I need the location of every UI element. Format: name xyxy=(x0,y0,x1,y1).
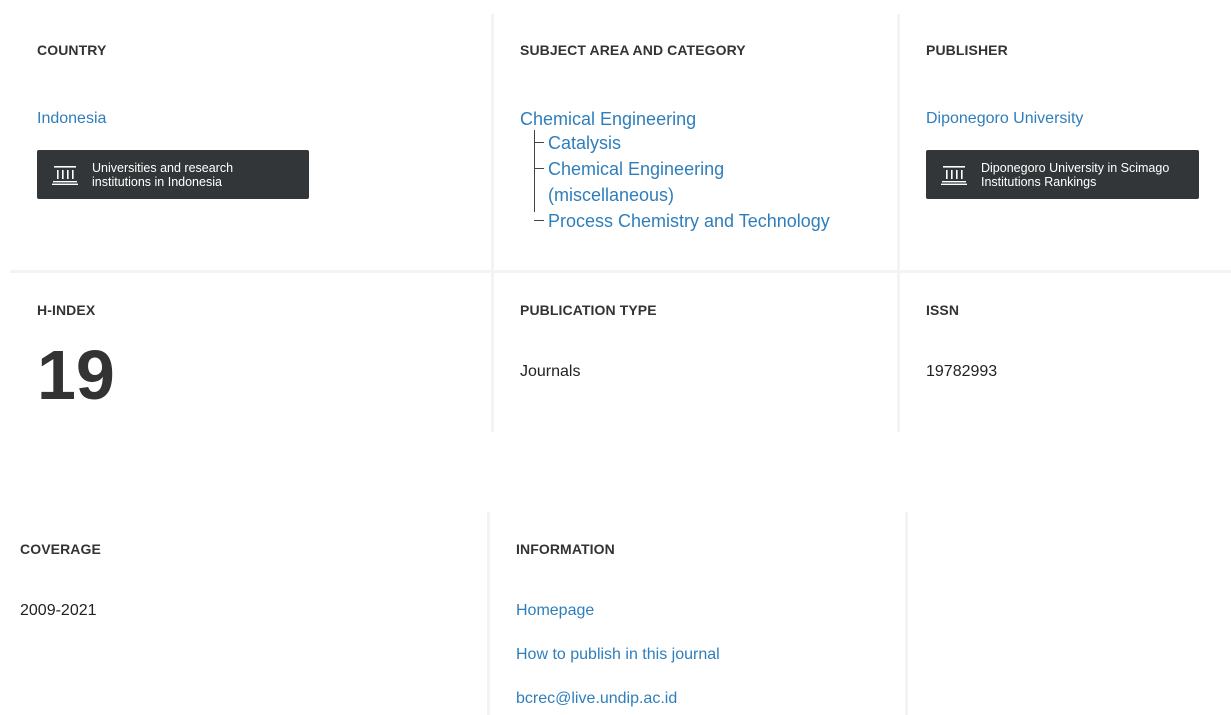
information-section: INFORMATION Homepage How to publish in t… xyxy=(516,541,896,708)
category-list: Catalysis Chemical Engineering (miscella… xyxy=(534,130,830,234)
country-link[interactable]: Indonesia xyxy=(37,110,477,128)
column-separator xyxy=(491,14,494,432)
button-label-line: Diponegoro University in Scimago xyxy=(981,160,1170,175)
country-institutions-label: Universities and research institutions i… xyxy=(92,161,233,189)
email-link[interactable]: bcrec@live.undip.ac.id xyxy=(516,690,896,708)
pubtype-value: Journals xyxy=(520,363,581,380)
hindex-value: 19 xyxy=(37,336,115,414)
homepage-link[interactable]: Homepage xyxy=(516,602,896,620)
subject-area-link[interactable]: Chemical Engineering xyxy=(520,108,890,130)
category-item: Chemical Engineering (miscellaneous) xyxy=(534,156,830,208)
country-heading: COUNTRY xyxy=(37,42,107,58)
tree-branch xyxy=(534,142,544,143)
tree-branch xyxy=(534,168,544,169)
category-link-chemical-engineering-cont[interactable]: (miscellaneous) xyxy=(548,182,830,208)
tree-branch xyxy=(534,220,544,221)
institution-icon xyxy=(52,165,78,185)
category-link-chemical-engineering[interactable]: Chemical Engineering xyxy=(548,156,830,182)
country-institutions-button[interactable]: Universities and research institutions i… xyxy=(37,150,309,199)
publisher-rankings-label: Diponegoro University in Scimago Institu… xyxy=(981,161,1169,189)
category-item: Catalysis xyxy=(534,130,830,156)
button-label-line: Institutions Rankings xyxy=(981,174,1097,189)
pubtype-heading: PUBLICATION TYPE xyxy=(520,302,657,318)
institution-icon xyxy=(941,165,967,185)
publisher-heading: PUBLISHER xyxy=(926,42,1008,58)
subject-section: SUBJECT AREA AND CATEGORY Chemical Engin… xyxy=(520,42,890,231)
pubtype-section: PUBLICATION TYPE Journals xyxy=(520,302,890,381)
hindex-section: H-INDEX 19 xyxy=(37,302,477,410)
column-separator xyxy=(905,512,908,715)
column-separator xyxy=(487,512,490,715)
coverage-heading: COVERAGE xyxy=(20,541,101,557)
hindex-heading: H-INDEX xyxy=(37,302,96,318)
button-label-line: Universities and research xyxy=(92,160,234,175)
publisher-link[interactable]: Diponegoro University xyxy=(926,110,1226,128)
information-heading: INFORMATION xyxy=(516,541,615,557)
issn-section: ISSN 19782993 xyxy=(926,302,1226,381)
issn-heading: ISSN xyxy=(926,302,960,318)
button-label-line: institutions in Indonesia xyxy=(92,174,222,189)
category-link-catalysis[interactable]: Catalysis xyxy=(548,130,830,156)
column-separator xyxy=(897,14,900,432)
publisher-section: PUBLISHER Diponegoro University xyxy=(926,42,1226,128)
how-to-publish-link[interactable]: How to publish in this journal xyxy=(516,646,896,664)
publisher-rankings-button[interactable]: Diponegoro University in Scimago Institu… xyxy=(926,150,1199,199)
category-link-process-chemistry[interactable]: Process Chemistry and Technology xyxy=(548,208,830,234)
row-separator xyxy=(10,270,1231,273)
coverage-value: 2009-2021 xyxy=(20,602,97,619)
subject-heading: SUBJECT AREA AND CATEGORY xyxy=(520,42,746,58)
coverage-section: COVERAGE 2009-2021 xyxy=(20,541,470,620)
category-item: Process Chemistry and Technology xyxy=(534,208,830,234)
country-section: COUNTRY Indonesia xyxy=(37,42,477,128)
issn-value: 19782993 xyxy=(926,363,998,380)
